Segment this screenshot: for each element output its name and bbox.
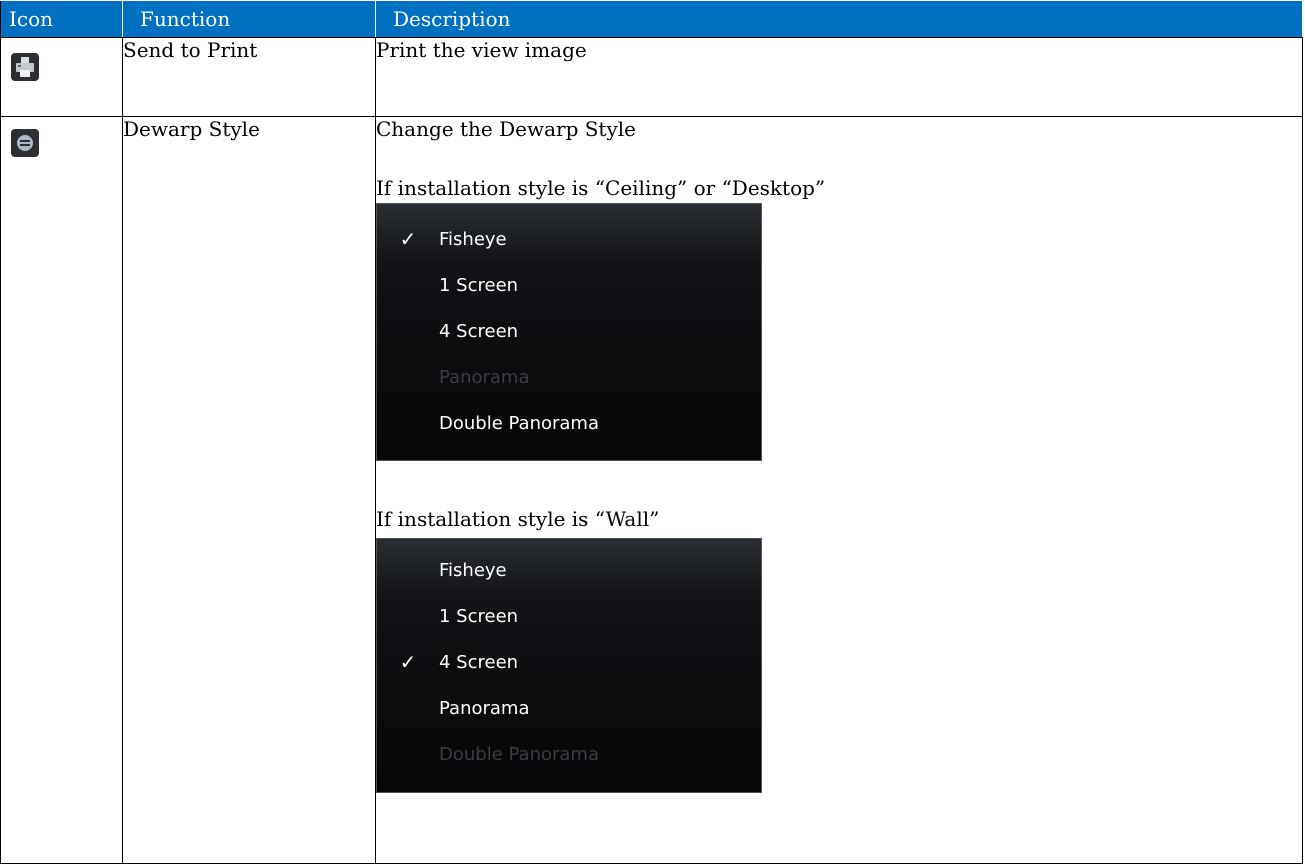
menu-item-label: Panorama [439, 366, 530, 388]
function-table: Icon Function Description Send to Print … [0, 0, 1303, 864]
menu-item[interactable]: 1 Screen [377, 262, 761, 308]
function-cell: Send to Print [122, 37, 376, 117]
menu-item[interactable]: 4 Screen [377, 308, 761, 354]
table-row: Send to Print Print the view image [0, 37, 1303, 117]
menu-item-label: 1 Screen [439, 274, 519, 296]
printer-icon [11, 53, 39, 81]
description-cell: Change the Dewarp Style If installation … [375, 116, 1303, 864]
menu-item[interactable]: Panorama [377, 685, 761, 731]
header-icon: Icon [0, 0, 123, 38]
menu-item-label: Panorama [439, 697, 530, 719]
menu-item-label: Fisheye [439, 559, 507, 581]
check-icon: ✓ [399, 650, 417, 674]
header-function: Function [122, 0, 376, 38]
menu-item[interactable]: Fisheye [377, 547, 761, 593]
menu-item-label: 1 Screen [439, 605, 519, 627]
dewarp-menu-wall: Fisheye 1 Screen ✓ 4 Screen Panorama Double P… [376, 538, 762, 793]
description-cell: Print the view image [375, 37, 1303, 117]
function-cell: Dewarp Style [122, 116, 376, 864]
dewarp-menu-ceiling-desktop: ✓ Fisheye 1 Screen 4 Screen Panorama Double P… [376, 203, 762, 461]
condition-wall: If installation style is “Wall” [376, 507, 660, 531]
condition-ceiling-desktop: If installation style is “Ceiling” or “D… [376, 176, 826, 200]
menu-item: Double Panorama [377, 731, 761, 777]
table-row: Dewarp Style Change the Dewarp Style If … [0, 116, 1303, 864]
menu-item-label: Double Panorama [439, 743, 599, 765]
menu-item[interactable]: 1 Screen [377, 593, 761, 639]
menu-item: Panorama [377, 354, 761, 400]
menu-item-label: 4 Screen [439, 320, 519, 342]
table-header-row: Icon Function Description [0, 0, 1303, 38]
menu-item[interactable]: Double Panorama [377, 400, 761, 446]
menu-item-label: Fisheye [439, 228, 507, 250]
icon-cell [0, 37, 123, 117]
menu-item-label: 4 Screen [439, 651, 519, 673]
icon-cell [0, 116, 123, 864]
menu-item[interactable]: ✓ 4 Screen [377, 639, 761, 685]
description-text: Change the Dewarp Style [376, 117, 636, 141]
check-icon: ✓ [399, 227, 417, 251]
menu-item-label: Double Panorama [439, 412, 599, 434]
menu-item[interactable]: ✓ Fisheye [377, 216, 761, 262]
header-description: Description [375, 0, 1303, 38]
dewarp-icon [11, 129, 39, 157]
